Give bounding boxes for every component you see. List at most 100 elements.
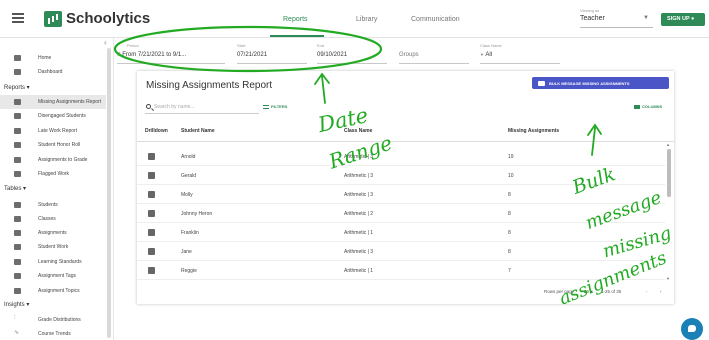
sidebar-item-student-work[interactable]: Student Work — [0, 240, 106, 254]
sidebar-item-students[interactable]: Students — [0, 198, 106, 212]
nav-library[interactable]: Library — [356, 16, 377, 23]
period-select[interactable]: ≡ From 7/21/2021 to 9/1... — [117, 52, 186, 58]
filter-bar: Period ≡ From 7/21/2021 to 9/1... Start … — [115, 38, 709, 71]
period-label: Period — [127, 43, 139, 48]
table-row[interactable]: Arnold Arithmetic | 3 19 — [137, 147, 665, 166]
sidebar-item-grade-distributions[interactable]: ⫶ Grade Distributions — [0, 313, 106, 327]
menu-icon[interactable] — [12, 13, 24, 23]
role-select-value: Teacher — [580, 15, 605, 22]
sign-up-button[interactable]: SIGN UP ● — [661, 13, 705, 26]
drilldown-icon[interactable] — [148, 267, 155, 274]
dashboard-icon — [14, 69, 21, 75]
schoolytics-logo-icon — [44, 11, 62, 27]
report-title: Missing Assignments Report — [146, 80, 273, 91]
nav-reports[interactable]: Reports — [283, 16, 308, 23]
sidebar-section-insights[interactable]: Insights ▾ — [4, 301, 29, 308]
class-name-underline — [480, 63, 560, 64]
sidebar-item-flagged-work[interactable]: Flagged Work — [0, 167, 106, 181]
table-icon — [14, 230, 21, 236]
table-scrollbar[interactable] — [667, 149, 671, 197]
home-icon — [14, 55, 21, 61]
sidebar-item-late-work[interactable]: Late Work Report — [0, 124, 106, 138]
filter-icon: ≡ — [117, 52, 121, 58]
table-icon — [14, 128, 21, 134]
grid-icon — [14, 259, 21, 265]
user-icon: ● — [691, 16, 695, 22]
drilldown-icon[interactable] — [148, 172, 155, 179]
groups-select[interactable]: Groups — [399, 52, 419, 58]
sidebar-item-missing-assignments[interactable]: Missing Assignments Report — [0, 95, 106, 109]
end-label: End — [317, 43, 325, 48]
nav-active-underline — [270, 35, 324, 37]
chevron-left-icon[interactable]: ‹ — [104, 38, 107, 47]
caret-down-icon: ▼ — [480, 52, 484, 57]
start-label: Start — [237, 43, 246, 48]
sidebar-item-home[interactable]: Home — [0, 51, 106, 65]
header-divider — [137, 141, 674, 142]
table-icon — [14, 202, 21, 208]
sidebar-scrollbar[interactable] — [107, 48, 111, 338]
app-title: Schoolytics — [66, 10, 151, 27]
drilldown-icon[interactable] — [148, 248, 155, 255]
sidebar-item-assignments-to-grade[interactable]: Assignments to Grade — [0, 153, 106, 167]
table-icon — [14, 244, 21, 250]
search-icon — [146, 104, 151, 109]
search-input[interactable] — [154, 102, 254, 112]
sidebar-item-assignment-tags[interactable]: Assignment Tags — [0, 269, 106, 283]
scroll-down-icon[interactable]: ▼ — [666, 276, 670, 281]
table-icon — [14, 113, 21, 119]
table-icon — [14, 142, 21, 148]
nav-communication[interactable]: Communication — [411, 16, 460, 23]
sidebar-item-assignments[interactable]: Assignments — [0, 226, 106, 240]
grid-icon — [14, 273, 21, 279]
column-header-student-name[interactable]: Student Name — [181, 128, 215, 134]
table-row[interactable]: Jane Arithmetic | 3 8 — [137, 242, 665, 261]
sidebar: ‹ Home Dashboard Reports ▾ Missing Assig… — [0, 38, 114, 340]
sidebar-section-tables[interactable]: Tables ▾ — [4, 185, 26, 192]
column-header-drilldown[interactable]: Drilldown — [145, 128, 168, 134]
scroll-up-icon[interactable]: ▲ — [666, 142, 670, 147]
table-icon — [14, 171, 21, 177]
drilldown-icon[interactable] — [148, 153, 155, 160]
table-icon — [14, 99, 21, 105]
end-underline — [317, 63, 387, 64]
filters-button[interactable]: FILTERS — [263, 104, 287, 109]
drilldown-icon[interactable] — [148, 229, 155, 236]
class-name-select[interactable]: ▼ All — [480, 52, 492, 58]
more-options-icon[interactable]: ⋮ — [658, 80, 667, 91]
sidebar-item-disengaged-students[interactable]: Disengaged Students — [0, 109, 106, 123]
columns-button[interactable]: COLUMNS — [634, 104, 662, 109]
search-field — [145, 102, 259, 114]
next-page-icon[interactable]: › — [660, 289, 662, 294]
bar-chart-icon: ⫶ — [14, 315, 16, 321]
drilldown-icon[interactable] — [148, 210, 155, 217]
chat-button[interactable] — [681, 318, 703, 340]
sidebar-item-learning-standards[interactable]: Learning Standards — [0, 255, 106, 269]
table-icon — [14, 216, 21, 222]
filter-lines-icon — [263, 104, 269, 109]
drilldown-icon[interactable] — [148, 191, 155, 198]
column-header-missing-assignments[interactable]: Missing Assignments — [508, 128, 559, 134]
table-icon — [14, 288, 21, 294]
caret-down-icon: ▼ — [643, 15, 649, 21]
sidebar-item-dashboard[interactable]: Dashboard — [0, 65, 106, 79]
sidebar-item-honor-roll[interactable]: Student Honor Roll — [0, 138, 106, 152]
sidebar-section-reports[interactable]: Reports ▾ — [4, 84, 30, 91]
table-icon — [14, 157, 21, 163]
sidebar-item-course-trends[interactable]: ∿ Course Trends — [0, 327, 106, 340]
class-name-label: Class Name — [480, 43, 502, 48]
start-date-input[interactable]: 07/21/2021 — [237, 52, 267, 58]
columns-icon — [634, 104, 640, 109]
bulk-message-button[interactable]: BULK MESSAGE MISSING ASSIGNMENTS — [532, 77, 669, 89]
sidebar-item-assignment-topics[interactable]: Assignment Topics — [0, 284, 106, 298]
start-underline — [237, 63, 307, 64]
trend-icon: ∿ — [14, 330, 20, 336]
end-date-input[interactable]: 09/10/2021 — [317, 52, 347, 58]
groups-underline — [399, 63, 469, 64]
prev-page-icon[interactable]: ‹ — [646, 289, 648, 294]
period-underline — [117, 63, 225, 64]
table-row[interactable]: Franklin Arithmetic | 1 8 — [137, 223, 665, 242]
mail-icon — [538, 80, 545, 86]
role-select[interactable]: Teacher ▼ — [580, 12, 653, 28]
sidebar-item-classes[interactable]: Classes — [0, 212, 106, 226]
